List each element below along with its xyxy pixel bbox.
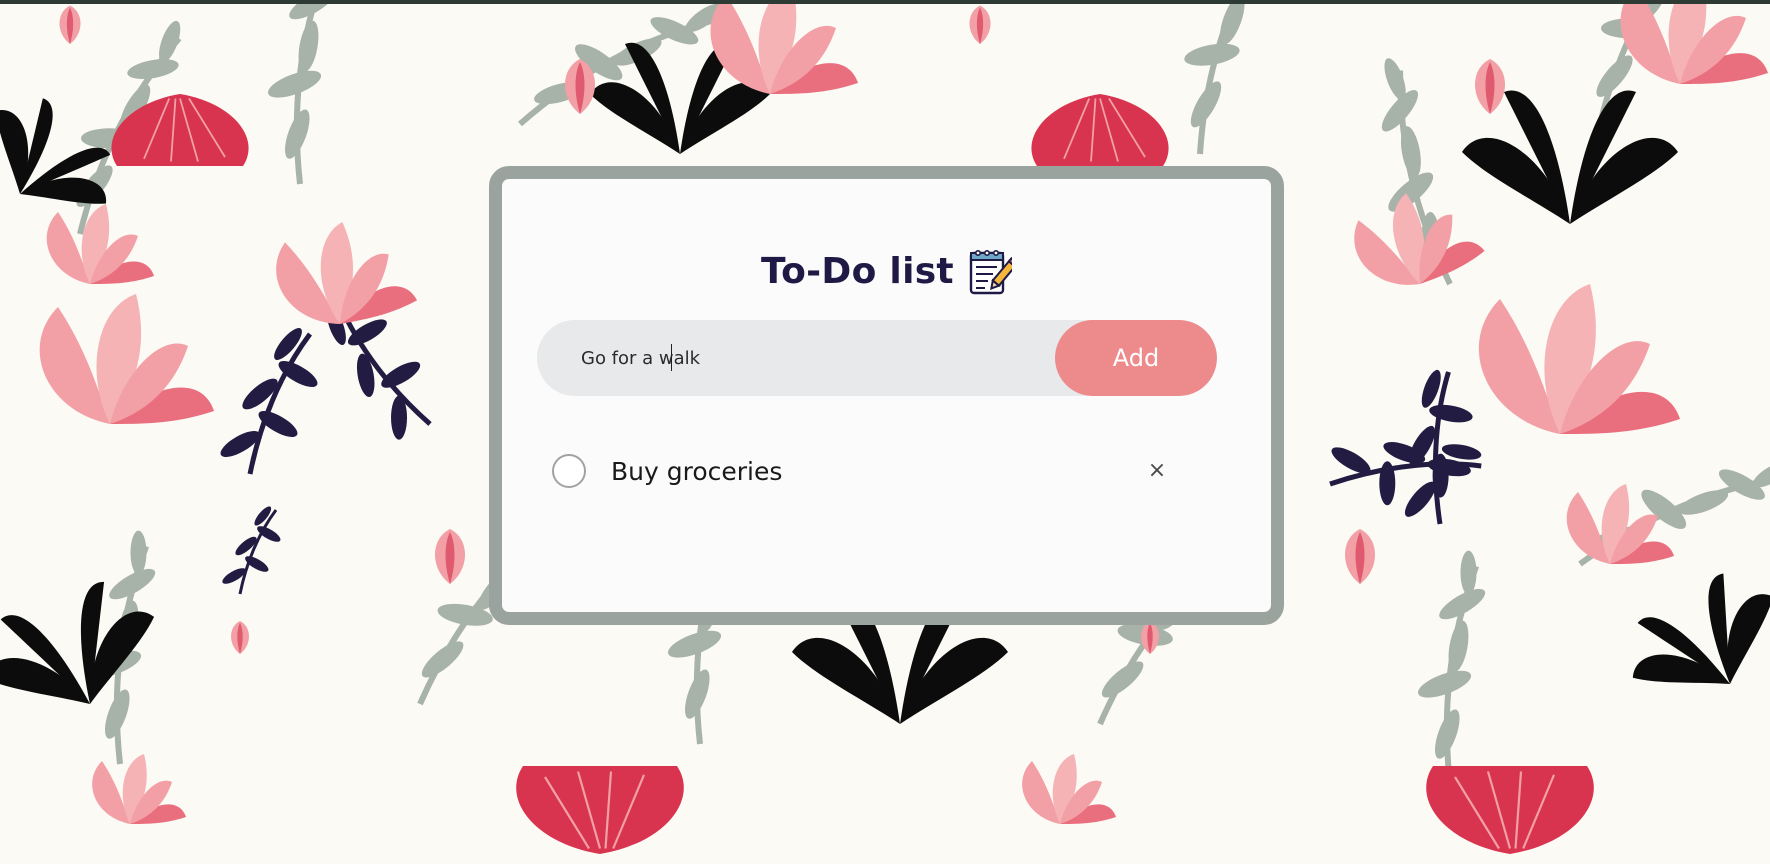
task-input-bar: Add: [537, 320, 1217, 396]
add-button[interactable]: Add: [1055, 320, 1217, 396]
todo-card: To-Do list Add Buy groceries ×: [489, 166, 1284, 625]
task-list: Buy groceries ×: [552, 451, 1192, 491]
text-caret: [671, 344, 672, 371]
task-input[interactable]: [537, 320, 1057, 396]
notepad-pencil-icon: [969, 249, 1012, 295]
close-icon[interactable]: ×: [1143, 457, 1171, 485]
page-title: To-Do list: [761, 250, 954, 292]
task-checkbox[interactable]: [552, 454, 586, 488]
list-item[interactable]: Buy groceries ×: [552, 451, 1192, 491]
task-text: Buy groceries: [611, 456, 783, 486]
title-row: To-Do list: [502, 243, 1271, 299]
